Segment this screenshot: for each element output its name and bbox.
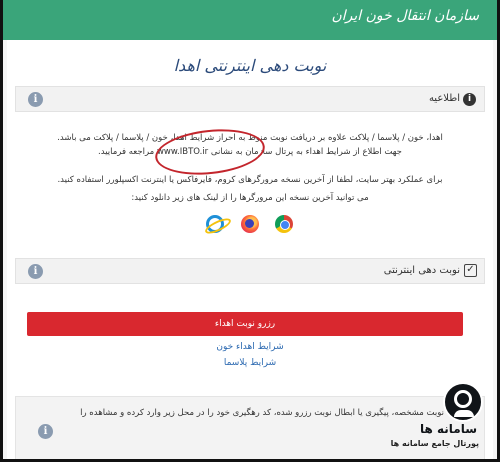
brand-logo[interactable]: سازمان انتقال خون ایران bbox=[331, 8, 479, 24]
announcement-line-4: می توانید آخرین نسخه این مرورگرها را از … bbox=[131, 193, 369, 203]
checkbox-icon: ✓ bbox=[464, 264, 477, 277]
page-title: نوبت دهی اینترنتی اهدا bbox=[173, 56, 327, 75]
announcement-line-1: اهدا، خون / پلاسما / پلاکت علاوه بر دریا… bbox=[57, 133, 443, 143]
plasma-conditions-link[interactable]: شرایط پلاسما bbox=[7, 358, 493, 368]
internet-explorer-icon[interactable] bbox=[206, 215, 224, 233]
watermark-logo: سامانه ها پورتال جامع سامانه ها bbox=[359, 382, 489, 454]
booking-header: ✓ نوبت دهی اینترنتی i bbox=[15, 258, 485, 284]
top-bar: سازمان انتقال خون ایران bbox=[3, 0, 497, 40]
watermark-subtitle: پورتال جامع سامانه ها bbox=[390, 439, 479, 448]
announcement-line-2: جهت اطلاع از شرایط اهداء به پرتال سازمان… bbox=[98, 147, 402, 157]
watermark-title: سامانه ها bbox=[419, 422, 477, 436]
announcement-header: i اطلاعیه i bbox=[15, 86, 485, 112]
reserve-donation-button[interactable]: رزرو نوبت اهداء bbox=[27, 312, 463, 336]
user-search-icon bbox=[443, 382, 483, 422]
announcement-line-3: برای عملکرد بهتر سایت، لطفا از آخرین نسخ… bbox=[57, 175, 443, 185]
announcement-info-button[interactable]: i bbox=[28, 92, 43, 107]
note-info-button[interactable]: i bbox=[38, 424, 53, 439]
firefox-icon[interactable] bbox=[241, 215, 259, 233]
browser-links bbox=[7, 215, 493, 237]
screenshot-frame: سازمان انتقال خون ایران نوبت دهی اینترنت… bbox=[0, 0, 500, 462]
booking-label: نوبت دهی اینترنتی bbox=[383, 265, 460, 276]
chrome-icon[interactable] bbox=[275, 215, 293, 233]
booking-info-button[interactable]: i bbox=[28, 264, 43, 279]
info-circle-icon: i bbox=[463, 93, 476, 106]
blood-donation-conditions-link[interactable]: شرایط اهداء خون bbox=[7, 342, 493, 352]
announcement-label: اطلاعیه bbox=[428, 93, 460, 104]
